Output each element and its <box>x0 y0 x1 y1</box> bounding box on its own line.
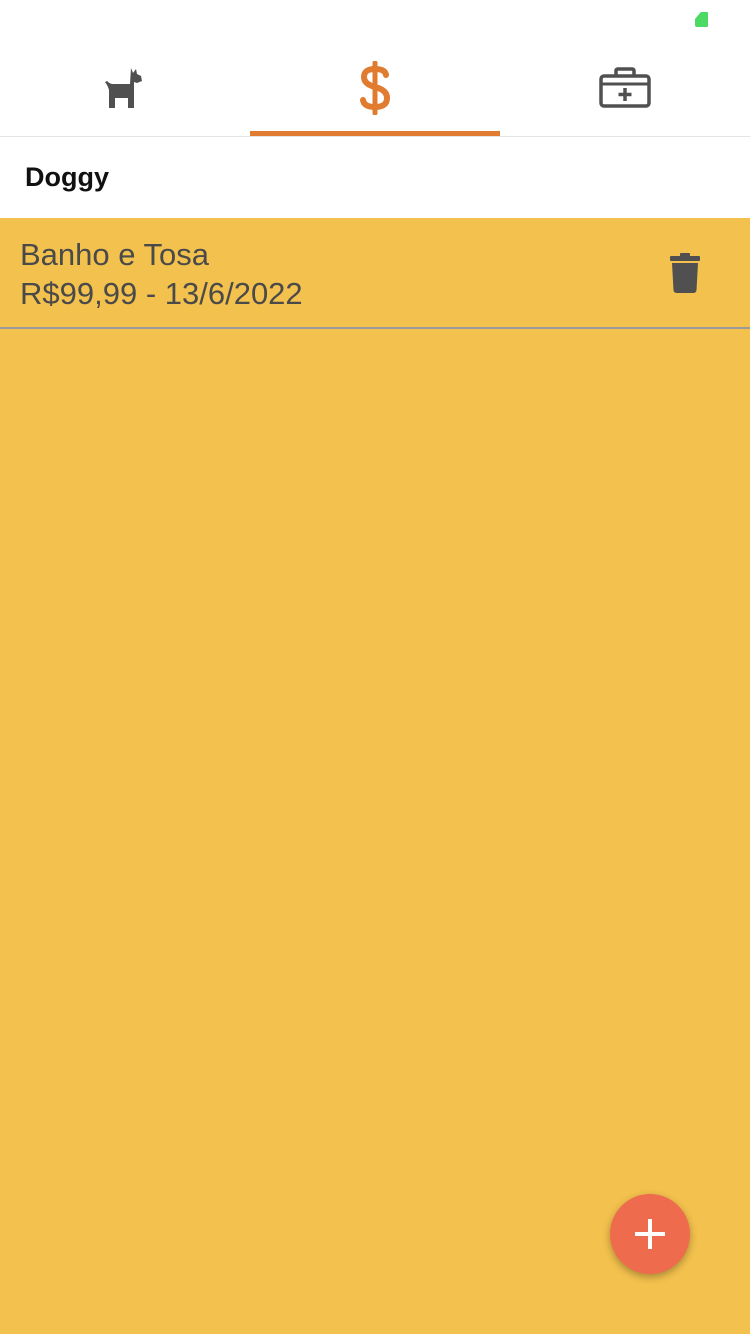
tab-expenses[interactable] <box>250 40 500 136</box>
medical-kit-icon <box>599 67 651 108</box>
tab-underline <box>250 131 500 136</box>
plus-icon <box>635 1219 665 1249</box>
battery-icon <box>695 12 708 27</box>
expense-amount-date: R$99,99 - 13/6/2022 <box>20 276 303 311</box>
tab-bar <box>0 40 750 137</box>
delete-button[interactable] <box>660 248 710 298</box>
trash-icon <box>670 253 700 293</box>
pet-header: Doggy <box>0 137 750 218</box>
tab-underline <box>0 131 250 136</box>
list-item[interactable]: Banho e Tosa R$99,99 - 13/6/2022 <box>0 218 750 329</box>
dog-icon <box>105 68 142 108</box>
expense-list: Banho e Tosa R$99,99 - 13/6/2022 <box>0 218 750 1334</box>
status-bar <box>0 0 750 40</box>
pet-name: Doggy <box>25 162 109 192</box>
expense-title: Banho e Tosa <box>20 237 210 272</box>
dollar-icon <box>360 61 391 115</box>
tab-pet[interactable] <box>0 40 250 136</box>
tab-health[interactable] <box>500 40 750 136</box>
tab-underline <box>500 131 750 136</box>
add-expense-button[interactable] <box>610 1194 690 1274</box>
